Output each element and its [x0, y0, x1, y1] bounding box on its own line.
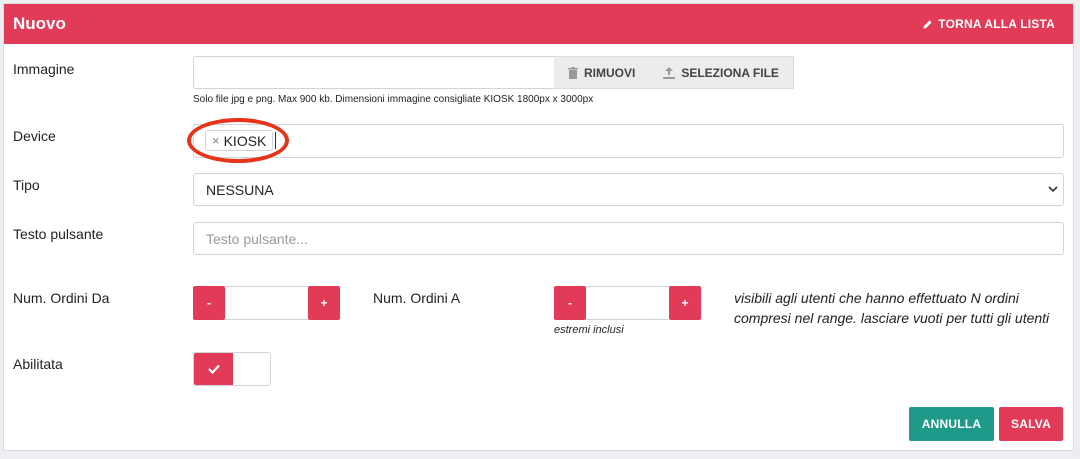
orders-from-stepper: - + [193, 286, 340, 320]
orders-to-plus-button[interactable]: + [669, 286, 701, 320]
form-header: Nuovo TORNA ALLA LISTA [4, 4, 1073, 44]
cancel-button[interactable]: ANNULLA [909, 407, 994, 441]
image-file-input[interactable] [193, 56, 555, 89]
chevron-down-icon [1048, 183, 1058, 197]
pencil-icon [923, 19, 932, 29]
device-label: Device [13, 128, 56, 144]
orders-to-sublabel: estremi inclusi [554, 324, 624, 336]
select-file-button[interactable]: SELEZIONA FILE [649, 66, 793, 80]
enabled-label: Abilitata [13, 356, 63, 372]
upload-icon [663, 66, 676, 79]
orders-to-minus-button[interactable]: - [554, 286, 586, 320]
orders-to-stepper: - + [554, 286, 701, 320]
text-cursor [275, 132, 276, 149]
orders-from-label: Num. Ordini Da [13, 290, 110, 306]
form-panel: Nuovo TORNA ALLA LISTA Immagine RIMUOVI … [3, 3, 1074, 451]
enabled-toggle[interactable] [193, 352, 271, 386]
orders-to-input[interactable] [586, 286, 669, 320]
tipo-select[interactable]: NESSUNA [193, 173, 1064, 206]
back-to-list-label: TORNA ALLA LISTA [938, 17, 1055, 31]
remove-tag-icon[interactable]: × [212, 133, 220, 148]
orders-to-label: Num. Ordini A [373, 290, 461, 306]
orders-from-minus-button[interactable]: - [193, 286, 225, 320]
file-buttons: RIMUOVI SELEZIONA FILE [554, 56, 794, 89]
image-hint: Solo file jpg e png. Max 900 kb. Dimensi… [193, 94, 594, 105]
tag-label: KIOSK [223, 132, 267, 149]
tipo-label: Tipo [13, 177, 40, 193]
enabled-toggle-on [194, 353, 233, 385]
remove-file-button[interactable]: RIMUOVI [554, 66, 649, 80]
page-title: Nuovo [13, 14, 66, 33]
check-icon [207, 364, 220, 374]
button-text-placeholder: Testo pulsante... [206, 231, 308, 247]
device-tag-input[interactable] [193, 124, 1064, 158]
save-button[interactable]: SALVA [999, 407, 1063, 441]
image-label: Immagine [13, 61, 75, 77]
orders-from-plus-button[interactable]: + [308, 286, 340, 320]
remove-file-label: RIMUOVI [584, 65, 636, 80]
trash-icon [568, 66, 578, 79]
button-text-label: Testo pulsante [13, 226, 104, 242]
orders-from-input[interactable] [225, 286, 308, 320]
orders-range-note: visibili agli utenti che hanno effettuat… [734, 290, 1050, 326]
select-file-label: SELEZIONA FILE [681, 65, 779, 80]
button-text-input[interactable]: Testo pulsante... [193, 222, 1064, 255]
tipo-selected-value: NESSUNA [206, 182, 274, 198]
back-to-list-link[interactable]: TORNA ALLA LISTA [922, 17, 1055, 31]
device-tag-kiosk: × KIOSK [205, 130, 274, 151]
